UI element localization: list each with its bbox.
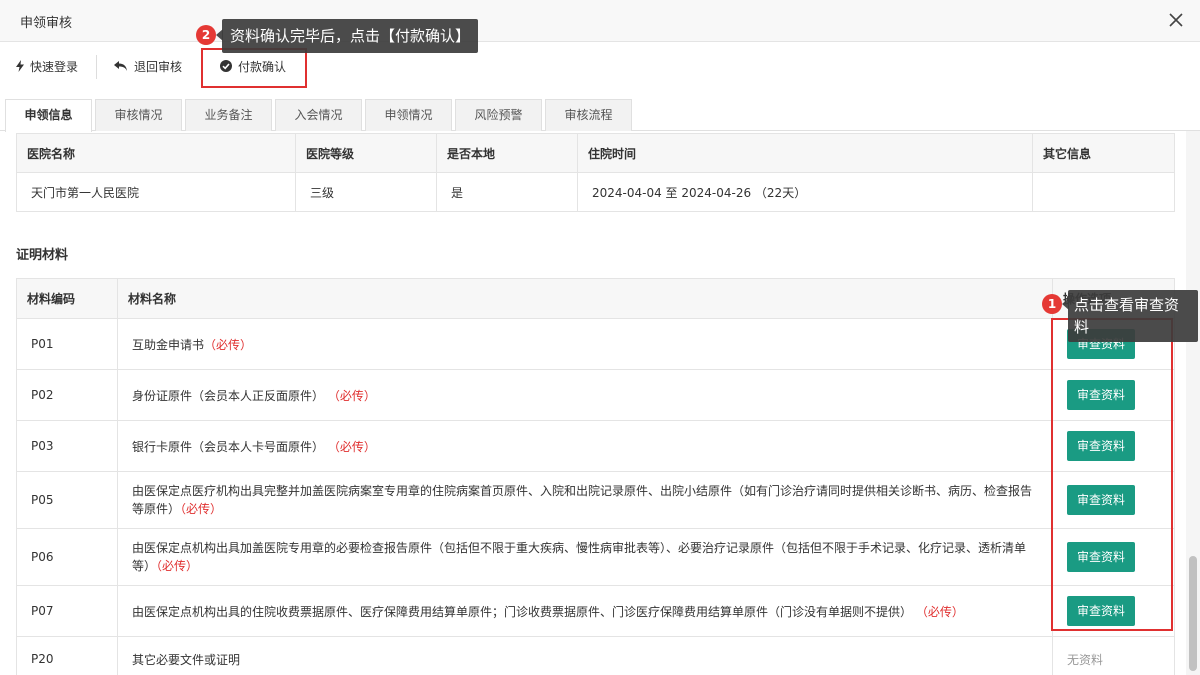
review-material-button[interactable]: 审查资料 (1067, 596, 1135, 626)
material-code: P07 (16, 585, 118, 637)
table-row: 天门市第一人民医院 三级 是 2024-04-04 至 2024-04-26 （… (16, 172, 1175, 212)
material-code: P03 (16, 420, 118, 472)
vertical-scrollbar[interactable] (1186, 131, 1200, 675)
no-material-text: 无资料 (1052, 636, 1175, 675)
tab-bar: 申领信息 审核情况 业务备注 入会情况 申领情况 风险预警 审核流程 (0, 89, 1200, 132)
close-icon[interactable] (1166, 10, 1186, 30)
required-mark: （必传） (204, 337, 253, 352)
stay-period: 2024-04-04 至 2024-04-26 （22天） (577, 172, 1033, 212)
payment-confirm-button[interactable]: 付款确认 (220, 57, 286, 75)
review-material-button[interactable]: 审查资料 (1067, 542, 1135, 572)
step-1-badge: 1 (1042, 294, 1062, 314)
return-review-label: 退回审核 (134, 59, 183, 74)
col-material-name: 材料名称 (117, 278, 1053, 319)
hospital-level: 三级 (295, 172, 437, 212)
step-1-tooltip: 点击查看审查资料 (1068, 290, 1198, 342)
toolbar: 快速登录 退回审核 付款确认 (0, 43, 1200, 89)
dialog-title: 申领审核 (20, 16, 73, 31)
material-name: 其它必要文件或证明 (117, 636, 1053, 675)
col-hospital-level: 医院等级 (295, 133, 437, 173)
table-row: P05 由医保定点医疗机构出具完整并加盖医院病案室专用章的住院病案首页原件、入院… (16, 471, 1175, 529)
required-mark: （必传） (327, 439, 376, 454)
quick-login-button[interactable]: 快速登录 (16, 57, 78, 75)
review-material-button[interactable]: 审查资料 (1067, 485, 1135, 515)
material-name: 由医保定点机构出具加盖医院专用章的必要检查报告原件（包括但不限于重大疾病、慢性病… (117, 528, 1053, 586)
material-code: P20 (16, 636, 118, 675)
review-material-button[interactable]: 审查资料 (1067, 431, 1135, 461)
table-row: P02 身份证原件（会员本人正反面原件） （必传） 审查资料 (16, 369, 1175, 421)
material-code: P02 (16, 369, 118, 421)
hospital-table: 医院名称 医院等级 是否本地 住院时间 其它信息 天门市第一人民医院 三级 是 … (16, 133, 1175, 212)
hospital-name: 天门市第一人民医院 (16, 172, 296, 212)
payment-confirm-label: 付款确认 (238, 59, 287, 74)
col-other-info: 其它信息 (1032, 133, 1175, 173)
tab-risk-warning[interactable]: 风险预警 (455, 99, 542, 131)
required-mark: （必传） (327, 388, 376, 403)
required-mark: （必传） (180, 502, 223, 516)
table-row: P03 银行卡原件（会员本人卡号面原件） （必传） 审查资料 (16, 420, 1175, 472)
is-local: 是 (436, 172, 578, 212)
tab-membership[interactable]: 入会情况 (275, 99, 362, 131)
material-name: 由医保定点医疗机构出具完整并加盖医院病案室专用章的住院病案首页原件、入院和出院记… (117, 471, 1053, 529)
tab-review-status[interactable]: 审核情况 (95, 99, 182, 131)
col-material-code: 材料编码 (16, 278, 118, 319)
scrollbar-thumb[interactable] (1189, 556, 1197, 671)
other-info (1032, 172, 1175, 212)
col-stay-period: 住院时间 (577, 133, 1033, 173)
material-code: P01 (16, 318, 118, 370)
tab-business-notes[interactable]: 业务备注 (185, 99, 272, 131)
col-hospital-name: 医院名称 (16, 133, 296, 173)
material-code: P05 (16, 471, 118, 529)
material-name: 身份证原件（会员本人正反面原件） （必传） (117, 369, 1053, 421)
lightning-icon (16, 60, 24, 72)
step-2-tooltip: 资料确认完毕后，点击【付款确认】 (222, 19, 479, 53)
table-row: P20 其它必要文件或证明 无资料 (16, 636, 1175, 675)
section-title: 证明材料 (16, 248, 69, 263)
quick-login-label: 快速登录 (30, 59, 79, 74)
content-area: 医院名称 医院等级 是否本地 住院时间 其它信息 天门市第一人民医院 三级 是 … (0, 131, 1186, 675)
reply-arrow-icon (114, 60, 128, 72)
toolbar-divider (96, 55, 97, 79)
materials-table: 材料编码 材料名称 操作选项 P01 互助金申请书（必传） 审查资料 P02 身… (16, 278, 1175, 675)
table-row: P01 互助金申请书（必传） 审查资料 (16, 318, 1175, 370)
material-name: 银行卡原件（会员本人卡号面原件） （必传） (117, 420, 1053, 472)
table-row: P07 由医保定点机构出具的住院收费票据原件、医疗保障费用结算单原件；门诊收费票… (16, 585, 1175, 637)
tab-claim-status[interactable]: 申领情况 (365, 99, 452, 131)
material-name: 由医保定点机构出具的住院收费票据原件、医疗保障费用结算单原件；门诊收费票据原件、… (117, 585, 1053, 637)
required-mark: （必传） (156, 559, 199, 573)
check-circle-icon (220, 60, 232, 72)
tab-review-flow[interactable]: 审核流程 (545, 99, 632, 131)
tab-claim-info[interactable]: 申领信息 (5, 99, 92, 132)
step-2-badge: 2 (196, 25, 216, 45)
col-is-local: 是否本地 (436, 133, 578, 173)
dialog-titlebar: 申领审核 (0, 0, 1200, 42)
material-code: P06 (16, 528, 118, 586)
material-name: 互助金申请书（必传） (117, 318, 1053, 370)
required-mark: （必传） (915, 604, 964, 619)
return-review-button[interactable]: 退回审核 (114, 57, 182, 75)
table-row: P06 由医保定点机构出具加盖医院专用章的必要检查报告原件（包括但不限于重大疾病… (16, 528, 1175, 586)
review-material-button[interactable]: 审查资料 (1067, 380, 1135, 410)
